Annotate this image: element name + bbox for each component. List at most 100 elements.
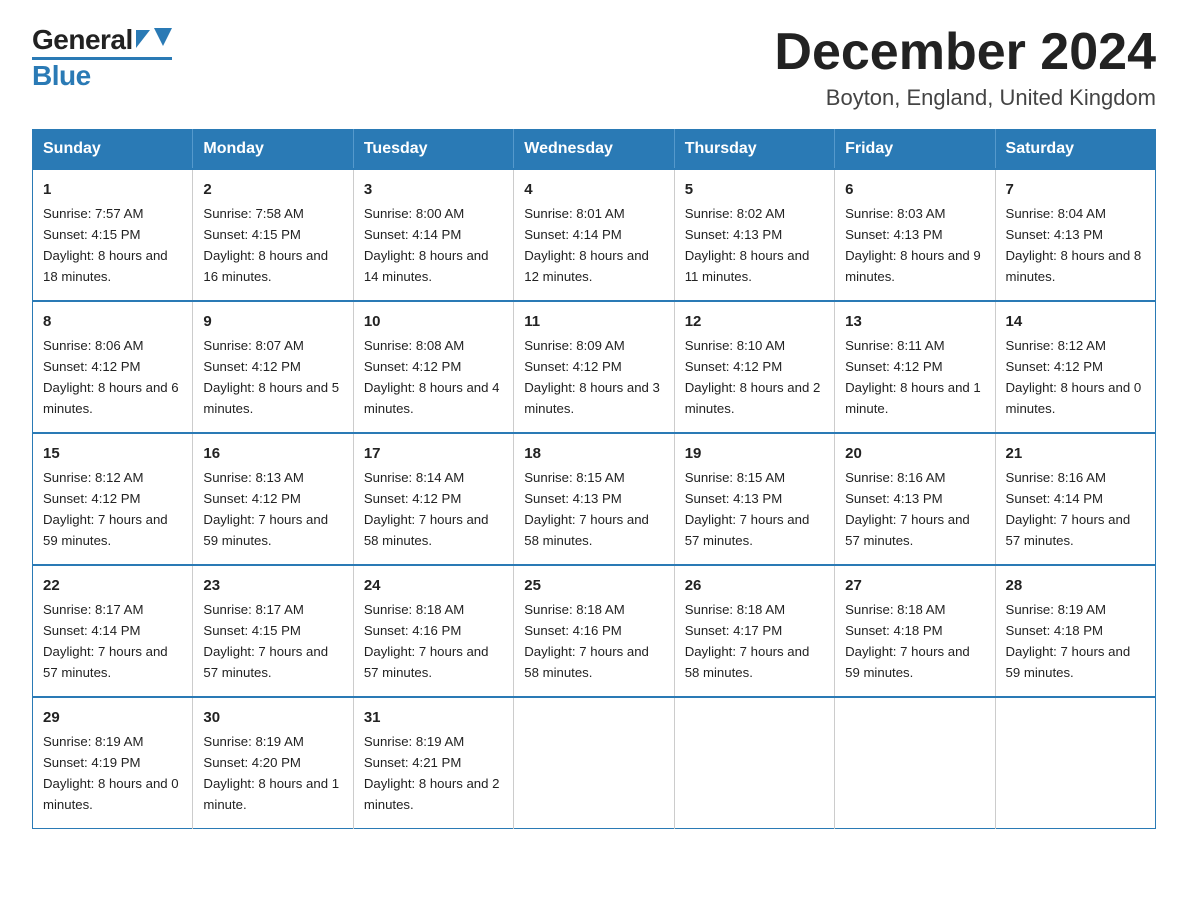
cell-info: Sunrise: 8:14 AMSunset: 4:12 PMDaylight:… xyxy=(364,470,489,548)
calendar-day-cell: 11Sunrise: 8:09 AMSunset: 4:12 PMDayligh… xyxy=(514,301,674,433)
day-number: 22 xyxy=(43,574,182,597)
logo-general-text: General xyxy=(32,24,133,56)
cell-info: Sunrise: 8:11 AMSunset: 4:12 PMDaylight:… xyxy=(845,338,981,416)
calendar-title: December 2024 xyxy=(774,24,1156,81)
cell-info: Sunrise: 8:15 AMSunset: 4:13 PMDaylight:… xyxy=(524,470,649,548)
day-number: 1 xyxy=(43,178,182,201)
calendar-day-cell: 6 Sunrise: 8:03 AMSunset: 4:13 PMDaylight… xyxy=(835,169,995,301)
calendar-week-row: 29Sunrise: 8:19 AMSunset: 4:19 PMDayligh… xyxy=(33,697,1156,828)
cell-info: Sunrise: 7:58 AMSunset: 4:15 PMDaylight:… xyxy=(203,206,328,284)
calendar-week-row: 22Sunrise: 8:17 AMSunset: 4:14 PMDayligh… xyxy=(33,565,1156,697)
calendar-day-cell: 5 Sunrise: 8:02 AMSunset: 4:13 PMDaylight… xyxy=(674,169,834,301)
calendar-day-cell: 10Sunrise: 8:08 AMSunset: 4:12 PMDayligh… xyxy=(353,301,513,433)
day-number: 4 xyxy=(524,178,663,201)
calendar-day-header: Wednesday xyxy=(514,130,674,170)
calendar-header-row: SundayMondayTuesdayWednesdayThursdayFrid… xyxy=(33,130,1156,170)
calendar-day-cell: 19Sunrise: 8:15 AMSunset: 4:13 PMDayligh… xyxy=(674,433,834,565)
cell-info: Sunrise: 8:17 AMSunset: 4:15 PMDaylight:… xyxy=(203,602,328,680)
calendar-day-cell xyxy=(835,697,995,828)
cell-info: Sunrise: 8:18 AMSunset: 4:16 PMDaylight:… xyxy=(524,602,649,680)
calendar-week-row: 1 Sunrise: 7:57 AMSunset: 4:15 PMDaylight… xyxy=(33,169,1156,301)
calendar-day-cell: 23 Sunrise: 8:17 AMSunset: 4:15 PMDayligh… xyxy=(193,565,353,697)
calendar-day-header: Sunday xyxy=(33,130,193,170)
day-number: 18 xyxy=(524,442,663,465)
day-number: 2 xyxy=(203,178,342,201)
logo: General Blue xyxy=(32,24,172,92)
day-number: 23 xyxy=(203,574,342,597)
cell-info: Sunrise: 7:57 AMSunset: 4:15 PMDaylight:… xyxy=(43,206,168,284)
cell-info: Sunrise: 8:02 AMSunset: 4:13 PMDaylight:… xyxy=(685,206,810,284)
day-number: 21 xyxy=(1006,442,1145,465)
calendar-day-header: Tuesday xyxy=(353,130,513,170)
calendar-day-cell: 4 Sunrise: 8:01 AMSunset: 4:14 PMDaylight… xyxy=(514,169,674,301)
calendar-day-cell: 17 Sunrise: 8:14 AMSunset: 4:12 PMDayligh… xyxy=(353,433,513,565)
calendar-day-cell: 13 Sunrise: 8:11 AMSunset: 4:12 PMDayligh… xyxy=(835,301,995,433)
cell-info: Sunrise: 8:19 AMSunset: 4:20 PMDaylight:… xyxy=(203,734,339,812)
cell-info: Sunrise: 8:06 AMSunset: 4:12 PMDaylight:… xyxy=(43,338,179,416)
cell-info: Sunrise: 8:07 AMSunset: 4:12 PMDaylight:… xyxy=(203,338,339,416)
calendar-day-cell: 20Sunrise: 8:16 AMSunset: 4:13 PMDayligh… xyxy=(835,433,995,565)
calendar-day-header: Monday xyxy=(193,130,353,170)
calendar-day-cell xyxy=(514,697,674,828)
calendar-day-cell: 9 Sunrise: 8:07 AMSunset: 4:12 PMDaylight… xyxy=(193,301,353,433)
calendar-day-cell: 1 Sunrise: 7:57 AMSunset: 4:15 PMDaylight… xyxy=(33,169,193,301)
calendar-day-header: Thursday xyxy=(674,130,834,170)
calendar-day-cell: 25Sunrise: 8:18 AMSunset: 4:16 PMDayligh… xyxy=(514,565,674,697)
calendar-day-cell: 12 Sunrise: 8:10 AMSunset: 4:12 PMDayligh… xyxy=(674,301,834,433)
cell-info: Sunrise: 8:18 AMSunset: 4:17 PMDaylight:… xyxy=(685,602,810,680)
calendar-day-cell: 22Sunrise: 8:17 AMSunset: 4:14 PMDayligh… xyxy=(33,565,193,697)
page-header: General Blue December 2024 Boyton, Engla… xyxy=(32,24,1156,111)
day-number: 31 xyxy=(364,706,503,729)
day-number: 26 xyxy=(685,574,824,597)
cell-info: Sunrise: 8:04 AMSunset: 4:13 PMDaylight:… xyxy=(1006,206,1142,284)
cell-info: Sunrise: 8:00 AMSunset: 4:14 PMDaylight:… xyxy=(364,206,489,284)
day-number: 17 xyxy=(364,442,503,465)
day-number: 27 xyxy=(845,574,984,597)
cell-info: Sunrise: 8:09 AMSunset: 4:12 PMDaylight:… xyxy=(524,338,660,416)
day-number: 15 xyxy=(43,442,182,465)
calendar-day-cell xyxy=(674,697,834,828)
day-number: 16 xyxy=(203,442,342,465)
calendar-table: SundayMondayTuesdayWednesdayThursdayFrid… xyxy=(32,129,1156,829)
cell-info: Sunrise: 8:15 AMSunset: 4:13 PMDaylight:… xyxy=(685,470,810,548)
calendar-day-cell: 3 Sunrise: 8:00 AMSunset: 4:14 PMDaylight… xyxy=(353,169,513,301)
calendar-day-cell: 27 Sunrise: 8:18 AMSunset: 4:18 PMDayligh… xyxy=(835,565,995,697)
calendar-day-cell: 31 Sunrise: 8:19 AMSunset: 4:21 PMDayligh… xyxy=(353,697,513,828)
calendar-day-cell: 21Sunrise: 8:16 AMSunset: 4:14 PMDayligh… xyxy=(995,433,1155,565)
cell-info: Sunrise: 8:12 AMSunset: 4:12 PMDaylight:… xyxy=(1006,338,1142,416)
cell-info: Sunrise: 8:01 AMSunset: 4:14 PMDaylight:… xyxy=(524,206,649,284)
day-number: 14 xyxy=(1006,310,1145,333)
day-number: 30 xyxy=(203,706,342,729)
calendar-day-cell xyxy=(995,697,1155,828)
day-number: 20 xyxy=(845,442,984,465)
cell-info: Sunrise: 8:12 AMSunset: 4:12 PMDaylight:… xyxy=(43,470,168,548)
cell-info: Sunrise: 8:19 AMSunset: 4:21 PMDaylight:… xyxy=(364,734,500,812)
day-number: 5 xyxy=(685,178,824,201)
calendar-day-cell: 18 Sunrise: 8:15 AMSunset: 4:13 PMDayligh… xyxy=(514,433,674,565)
calendar-day-cell: 8 Sunrise: 8:06 AMSunset: 4:12 PMDaylight… xyxy=(33,301,193,433)
logo-blue-text: Blue xyxy=(32,60,172,92)
calendar-day-cell: 26 Sunrise: 8:18 AMSunset: 4:17 PMDayligh… xyxy=(674,565,834,697)
calendar-day-cell: 28Sunrise: 8:19 AMSunset: 4:18 PMDayligh… xyxy=(995,565,1155,697)
calendar-day-header: Friday xyxy=(835,130,995,170)
calendar-day-cell: 24Sunrise: 8:18 AMSunset: 4:16 PMDayligh… xyxy=(353,565,513,697)
calendar-day-cell: 14 Sunrise: 8:12 AMSunset: 4:12 PMDayligh… xyxy=(995,301,1155,433)
day-number: 8 xyxy=(43,310,182,333)
cell-info: Sunrise: 8:18 AMSunset: 4:18 PMDaylight:… xyxy=(845,602,970,680)
cell-info: Sunrise: 8:10 AMSunset: 4:12 PMDaylight:… xyxy=(685,338,821,416)
calendar-week-row: 15 Sunrise: 8:12 AMSunset: 4:12 PMDayligh… xyxy=(33,433,1156,565)
calendar-day-cell: 15 Sunrise: 8:12 AMSunset: 4:12 PMDayligh… xyxy=(33,433,193,565)
day-number: 24 xyxy=(364,574,503,597)
day-number: 13 xyxy=(845,310,984,333)
day-number: 6 xyxy=(845,178,984,201)
day-number: 9 xyxy=(203,310,342,333)
day-number: 10 xyxy=(364,310,503,333)
cell-info: Sunrise: 8:03 AMSunset: 4:13 PMDaylight:… xyxy=(845,206,981,284)
day-number: 3 xyxy=(364,178,503,201)
logo-arrow-icon xyxy=(136,28,172,53)
calendar-day-cell: 30 Sunrise: 8:19 AMSunset: 4:20 PMDayligh… xyxy=(193,697,353,828)
calendar-day-cell: 2 Sunrise: 7:58 AMSunset: 4:15 PMDaylight… xyxy=(193,169,353,301)
day-number: 12 xyxy=(685,310,824,333)
cell-info: Sunrise: 8:13 AMSunset: 4:12 PMDaylight:… xyxy=(203,470,328,548)
cell-info: Sunrise: 8:19 AMSunset: 4:18 PMDaylight:… xyxy=(1006,602,1131,680)
